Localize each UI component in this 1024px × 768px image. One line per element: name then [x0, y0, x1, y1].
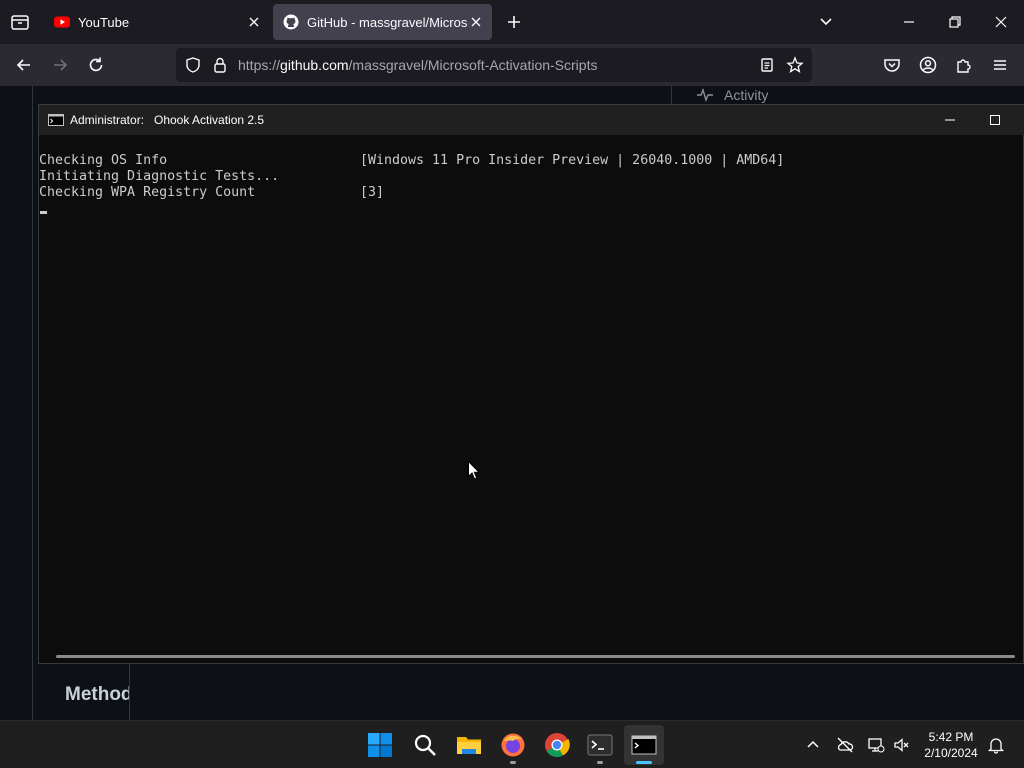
activity-link[interactable]: Activity: [696, 86, 768, 104]
console-line-value: [Windows 11 Pro Insider Preview | 26040.…: [360, 153, 785, 168]
mouse-pointer-icon: [468, 461, 480, 480]
desktop: YouTube GitHub - massgravel/Microsoft-Ac…: [0, 0, 1024, 768]
bookmark-star-icon[interactable]: [786, 56, 804, 74]
running-indicator: [597, 761, 603, 764]
volume-muted-icon[interactable]: [893, 736, 911, 754]
network-icon[interactable]: [867, 736, 885, 754]
command-prompt-icon: [48, 114, 64, 126]
github-icon: [283, 14, 299, 30]
forward-icon[interactable]: [50, 55, 70, 75]
clock-time: 5:42 PM: [928, 730, 974, 744]
url-text[interactable]: https://github.com/massgravel/Microsoft-…: [238, 57, 597, 73]
file-explorer-icon[interactable]: [456, 732, 482, 758]
clock-date: 2/10/2024: [924, 746, 978, 760]
console-minimize-icon[interactable]: [943, 113, 957, 127]
tab-title: YouTube: [78, 14, 130, 30]
new-tab-icon[interactable]: [504, 12, 524, 32]
tab-title: GitHub - massgravel/Microsoft-Activation…: [307, 14, 468, 30]
chevron-up-icon[interactable]: [804, 736, 822, 754]
section-heading: Methods: [65, 684, 129, 705]
reload-icon[interactable]: [86, 55, 106, 75]
windows-start-icon[interactable]: [367, 732, 393, 758]
search-icon[interactable]: [412, 732, 438, 758]
chevron-down-icon[interactable]: [816, 12, 836, 32]
console-line-value: [3]: [360, 185, 385, 200]
divider: [32, 86, 33, 720]
terminal-icon[interactable]: [587, 732, 613, 758]
cloud-off-icon[interactable]: [836, 736, 854, 754]
menu-icon[interactable]: [990, 55, 1010, 75]
console-line-label: Checking OS Info: [39, 153, 168, 168]
browser-nav-bar: https://github.com/massgravel/Microsoft-…: [0, 44, 1024, 86]
url-bar[interactable]: https://github.com/massgravel/Microsoft-…: [176, 48, 812, 82]
firefox-icon[interactable]: [500, 732, 526, 758]
console-window[interactable]: Administrator: Ohook Activation 2.5 Chec…: [38, 104, 1024, 664]
restore-icon[interactable]: [945, 12, 965, 32]
horizontal-scrollbar[interactable]: [56, 655, 1015, 658]
pocket-icon[interactable]: [882, 55, 902, 75]
tab-github[interactable]: GitHub - massgravel/Microsoft-Activation…: [273, 4, 492, 40]
console-title-user: Administrator:: [70, 113, 145, 127]
console-title-bar[interactable]: Administrator: Ohook Activation 2.5: [39, 105, 1024, 135]
account-icon[interactable]: [918, 55, 938, 75]
tab-list-icon[interactable]: [8, 10, 32, 34]
shield-icon[interactable]: [184, 56, 202, 74]
system-clock[interactable]: 5:42 PM 2/10/2024: [918, 729, 984, 761]
browser-tab-bar: YouTube GitHub - massgravel/Microsoft-Ac…: [0, 0, 1024, 44]
text-cursor: [40, 211, 47, 214]
reader-view-icon[interactable]: [758, 56, 776, 74]
active-indicator: [636, 761, 652, 764]
tab-youtube[interactable]: YouTube: [44, 4, 270, 40]
back-icon[interactable]: [14, 55, 34, 75]
chrome-icon[interactable]: [544, 732, 570, 758]
running-indicator: [510, 761, 516, 764]
divider: [671, 86, 672, 106]
lock-icon[interactable]: [211, 56, 229, 74]
close-window-icon[interactable]: [991, 12, 1011, 32]
minimize-icon[interactable]: [899, 12, 919, 32]
youtube-icon: [54, 16, 70, 28]
notification-bell-icon[interactable]: [987, 736, 1005, 754]
console-title-text: Ohook Activation 2.5: [154, 113, 265, 127]
divider: [129, 664, 130, 720]
console-line-label: Checking WPA Registry Count: [39, 185, 256, 200]
close-tab-icon[interactable]: [246, 14, 262, 30]
console-line-label: Initiating Diagnostic Tests...: [39, 169, 280, 184]
taskbar: 5:42 PM 2/10/2024: [0, 720, 1024, 768]
pulse-icon: [697, 87, 713, 103]
command-prompt-icon[interactable]: [631, 732, 657, 758]
close-tab-icon[interactable]: [468, 14, 484, 30]
console-maximize-icon[interactable]: [988, 113, 1002, 127]
extensions-icon[interactable]: [954, 55, 974, 75]
